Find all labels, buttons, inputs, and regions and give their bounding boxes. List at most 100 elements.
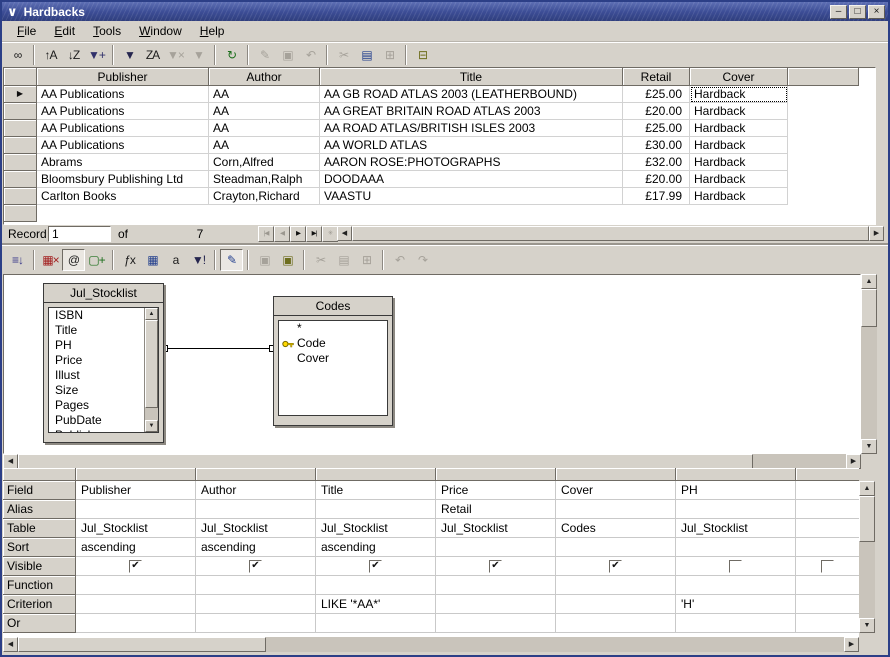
scroll-track[interactable] <box>859 496 875 618</box>
query-cell-field[interactable]: PH <box>676 481 796 500</box>
row-header[interactable] <box>4 137 37 154</box>
cell[interactable]: AA GREAT BRITAIN ROAD ATLAS 2003 <box>320 103 623 120</box>
column-header-publisher[interactable]: Publisher <box>37 68 209 86</box>
scroll-thumb[interactable] <box>352 226 869 241</box>
query-cell-visible[interactable] <box>676 557 796 576</box>
cell[interactable]: AA Publications <box>37 137 209 154</box>
query-column-header[interactable] <box>676 468 796 481</box>
query-cell-or[interactable] <box>196 614 316 633</box>
query-cell-or[interactable] <box>676 614 796 633</box>
field-item[interactable]: Code <box>279 336 387 351</box>
cell[interactable]: Hardback <box>690 154 788 171</box>
find-record-button[interactable]: ∞ <box>6 44 29 66</box>
sort-order-button[interactable]: ZA <box>141 44 164 66</box>
autofilter-button[interactable]: ▼+ <box>85 44 108 66</box>
cell[interactable]: Hardback <box>690 86 788 103</box>
cell[interactable]: £17.99 <box>623 188 690 205</box>
scroll-thumb[interactable] <box>859 496 875 542</box>
query-column-header[interactable] <box>316 468 436 481</box>
query-cell-function[interactable] <box>556 576 676 595</box>
row-header[interactable] <box>4 171 37 188</box>
alias-button[interactable]: a <box>164 249 187 271</box>
cell[interactable]: Bloomsbury Publishing Ltd <box>37 171 209 188</box>
scroll-up-button[interactable]: ▲ <box>859 481 875 496</box>
scroll-thumb[interactable] <box>145 320 158 408</box>
data-source-of-document-button[interactable]: ⊟ <box>411 44 434 66</box>
cell[interactable]: Hardback <box>690 137 788 154</box>
cell[interactable]: AA Publications <box>37 103 209 120</box>
scroll-track[interactable] <box>145 320 158 420</box>
query-cell-function[interactable] <box>196 576 316 595</box>
query-column-header[interactable] <box>436 468 556 481</box>
query-cell-visible[interactable]: ✔ <box>196 557 316 576</box>
field-item[interactable]: * <box>279 321 387 336</box>
query-cell-criterion[interactable] <box>76 595 196 614</box>
cell[interactable]: £20.00 <box>623 103 690 120</box>
query-cell-table[interactable]: Jul_Stocklist <box>196 519 316 538</box>
query-grid-horizontal-scrollbar[interactable]: ◀ ▶ <box>3 637 859 652</box>
cell[interactable]: AA GB ROAD ATLAS 2003 (LEATHERBOUND) <box>320 86 623 103</box>
field-item[interactable]: Illust <box>49 368 158 383</box>
field-item[interactable]: Title <box>49 323 158 338</box>
field-item[interactable]: Pages <box>49 398 158 413</box>
query-cell-function[interactable] <box>796 576 859 595</box>
record-horizontal-scrollbar[interactable]: ◀ ▶ <box>337 226 884 241</box>
query-column-header[interactable] <box>76 468 196 481</box>
query-cell-table[interactable]: Jul_Stocklist <box>676 519 796 538</box>
menu-edit[interactable]: Edit <box>45 22 84 40</box>
query-cell-function[interactable] <box>316 576 436 595</box>
edit-query-button[interactable]: ✎ <box>220 249 243 271</box>
cell[interactable]: £32.00 <box>623 154 690 171</box>
query-cell-or[interactable] <box>796 614 859 633</box>
query-cell-field[interactable]: Publisher <box>76 481 196 500</box>
maximize-button[interactable]: □ <box>849 5 866 19</box>
field-item[interactable]: PubDate <box>49 413 158 428</box>
query-cell-field[interactable]: Price <box>436 481 556 500</box>
scroll-down-button[interactable]: ▼ <box>859 618 875 633</box>
scroll-thumb[interactable] <box>18 637 266 652</box>
cell[interactable]: DOODAAA <box>320 171 623 188</box>
query-cell-sort[interactable] <box>556 538 676 557</box>
scroll-thumb[interactable] <box>861 289 877 327</box>
query-cell-function[interactable] <box>76 576 196 595</box>
close-button[interactable]: × <box>868 5 885 19</box>
scroll-track[interactable] <box>18 454 846 469</box>
query-cell-field[interactable] <box>796 481 859 500</box>
distinct-values-button[interactable]: ▼! <box>187 249 210 271</box>
visible-checkbox[interactable]: ✔ <box>369 560 382 573</box>
cell[interactable]: £25.00 <box>623 120 690 137</box>
scroll-right-button[interactable]: ▶ <box>844 637 859 652</box>
add-table-button[interactable]: ▢+ <box>85 249 108 271</box>
record-number-input[interactable] <box>48 226 111 242</box>
query-cell-alias[interactable] <box>556 500 676 519</box>
query-cell-alias[interactable] <box>196 500 316 519</box>
query-cell-sort[interactable]: ascending <box>76 538 196 557</box>
cell[interactable]: £30.00 <box>623 137 690 154</box>
query-column-header[interactable] <box>556 468 676 481</box>
field-item[interactable]: Cover <box>279 351 387 366</box>
cell[interactable]: AA <box>209 137 320 154</box>
join-line[interactable] <box>168 348 270 349</box>
scroll-right-button[interactable]: ▶ <box>846 454 861 469</box>
query-cell-function[interactable] <box>436 576 556 595</box>
query-cell-criterion[interactable]: LIKE '*AA*' <box>316 595 436 614</box>
table-window-jul_stocklist[interactable]: Jul_StocklistISBNTitlePHPriceIllustSizeP… <box>43 283 164 443</box>
query-cell-or[interactable] <box>556 614 676 633</box>
visible-checkbox[interactable]: ✔ <box>489 560 502 573</box>
column-header-retail[interactable]: Retail <box>623 68 690 86</box>
cell[interactable]: Steadman,Ralph <box>209 171 320 188</box>
query-cell-alias[interactable] <box>676 500 796 519</box>
query-cell-visible[interactable]: ✔ <box>76 557 196 576</box>
table-name-button[interactable]: ▦ <box>141 249 164 271</box>
column-header-cover[interactable]: Cover <box>690 68 788 86</box>
run-query-button[interactable]: ≡↓ <box>6 249 29 271</box>
cell[interactable]: Corn,Alfred <box>209 154 320 171</box>
field-item[interactable]: Size <box>49 383 158 398</box>
menu-help[interactable]: Help <box>191 22 234 40</box>
cell[interactable]: Hardback <box>690 171 788 188</box>
query-cell-criterion[interactable]: 'H' <box>676 595 796 614</box>
query-cell-table[interactable]: Jul_Stocklist <box>316 519 436 538</box>
query-cell-field[interactable]: Cover <box>556 481 676 500</box>
cell[interactable]: VAASTU <box>320 188 623 205</box>
scroll-up-button[interactable]: ▲ <box>861 274 877 289</box>
